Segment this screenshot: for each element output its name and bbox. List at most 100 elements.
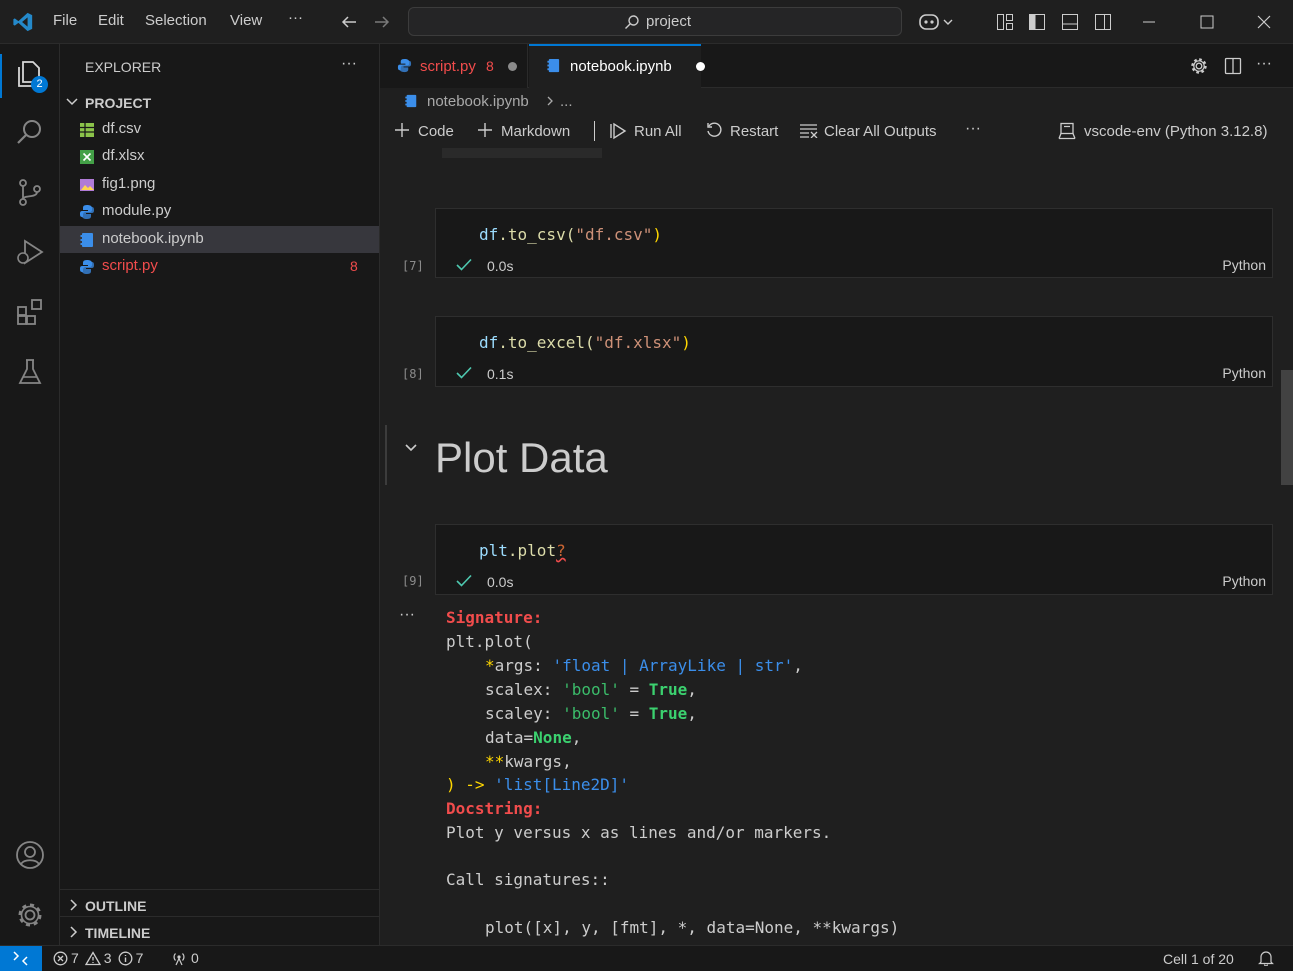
source-control-icon[interactable] (15, 177, 45, 207)
file-module-py[interactable]: module.py (60, 198, 379, 225)
notebook-icon (404, 94, 418, 108)
breadcrumb-file[interactable]: notebook.ipynb (427, 93, 529, 110)
code-cell[interactable]: df.to_excel("df.xlsx") 0.1s Python (435, 316, 1273, 387)
execution-time: 0.0s (487, 574, 514, 590)
forward-arrow-icon[interactable] (373, 13, 391, 31)
add-markdown-button[interactable]: Markdown (501, 123, 570, 140)
command-center-search[interactable]: project (408, 7, 902, 36)
restart-button[interactable]: Restart (730, 123, 778, 140)
execution-time: 0.0s (487, 258, 514, 274)
timeline-section[interactable]: TIMELINE (60, 921, 379, 943)
tab-script-py[interactable]: script.py 8 (380, 44, 528, 88)
chevron-right-icon (544, 95, 556, 107)
tab-notebook-ipynb[interactable]: notebook.ipynb (529, 44, 705, 89)
cell-language[interactable]: Python (1222, 573, 1266, 589)
cell-source[interactable]: df.to_csv("df.csv") (479, 225, 662, 244)
problems-indicator[interactable]: 7 3 7 (53, 950, 143, 966)
accounts-icon[interactable] (14, 839, 46, 871)
toolbar-separator (594, 121, 595, 141)
ports-indicator[interactable]: 0 (171, 950, 199, 966)
file-label: df.csv (102, 120, 142, 137)
menu-edit[interactable]: Edit (98, 12, 124, 29)
add-code-button[interactable]: Code (418, 123, 454, 140)
folder-project[interactable]: PROJECT (60, 90, 379, 114)
python-icon (397, 58, 412, 73)
signature-arg-kwargs: **kwargs, (485, 752, 572, 771)
cell-position[interactable]: Cell 1 of 20 (1163, 951, 1234, 967)
outline-section[interactable]: OUTLINE (60, 894, 379, 916)
code-cell[interactable]: df.to_csv("df.csv") 0.0s Python (435, 208, 1273, 278)
check-icon (456, 366, 472, 380)
kernel-picker[interactable]: vscode-env (Python 3.12.8) (1084, 123, 1267, 140)
split-editor-icon[interactable] (1224, 57, 1242, 75)
extensions-icon[interactable] (15, 297, 45, 327)
run-all-button[interactable]: Run All (634, 123, 682, 140)
output-more-button[interactable]: ··· (399, 606, 415, 624)
manage-gear-icon[interactable] (14, 899, 46, 931)
explorer-more-button[interactable]: ··· (341, 55, 357, 73)
menu-more[interactable]: ··· (288, 9, 303, 26)
docstring-line: plot([x], y, [fmt], *, data=None, **kwar… (485, 918, 900, 937)
minimize-icon[interactable] (1142, 15, 1156, 29)
markdown-heading[interactable]: Plot Data (435, 434, 608, 482)
execution-time: 0.1s (487, 366, 514, 382)
cell-source[interactable]: df.to_excel("df.xlsx") (479, 333, 691, 352)
cell-source[interactable]: plt.plot? (479, 541, 566, 560)
docstring-label: Docstring: (446, 799, 543, 818)
warning-icon (84, 950, 101, 966)
chevron-right-icon (66, 898, 80, 912)
close-window-icon[interactable] (1257, 15, 1271, 29)
toggle-panel-icon[interactable] (1061, 13, 1079, 31)
menu-view[interactable]: View (230, 12, 262, 29)
collapse-chevron-icon[interactable] (403, 440, 419, 456)
search-label: project (646, 13, 692, 30)
run-debug-icon[interactable] (15, 237, 45, 267)
check-icon (456, 574, 472, 588)
notifications-bell-icon[interactable] (1258, 950, 1274, 966)
notebook-settings-gear-icon[interactable] (1190, 57, 1208, 75)
editor-tabs: script.py 8 notebook.ipynb ··· (380, 44, 1293, 89)
cell-language[interactable]: Python (1222, 257, 1266, 273)
toggle-primary-sidebar-icon[interactable] (1028, 13, 1046, 31)
toggle-secondary-sidebar-icon[interactable] (1094, 13, 1112, 31)
file-notebook-ipynb[interactable]: notebook.ipynb (60, 226, 379, 253)
code-cell[interactable]: plt.plot? 0.0s Python (435, 524, 1273, 595)
status-bar: 7 3 7 0 Cell 1 of 20 (0, 945, 1293, 971)
file-df-xlsx[interactable]: df.xlsx (60, 143, 379, 170)
search-view-icon[interactable] (15, 117, 45, 147)
notebook-icon (79, 232, 95, 248)
execution-count: [7] (402, 259, 424, 273)
testing-flask-icon[interactable] (15, 357, 45, 387)
maximize-icon[interactable] (1200, 15, 1214, 29)
file-script-py[interactable]: script.py 8 (60, 253, 379, 280)
copilot-icon[interactable] (918, 11, 954, 33)
back-arrow-icon[interactable] (340, 13, 358, 31)
active-indicator (0, 54, 2, 98)
info-count: 7 (135, 950, 144, 966)
file-df-csv[interactable]: df.csv (60, 116, 379, 143)
menu-selection[interactable]: Selection (145, 12, 207, 29)
run-all-icon (609, 122, 627, 140)
notebook-editor: notebook.ipynb ... Code Markdown Run All… (380, 88, 1293, 945)
info-icon (118, 951, 133, 966)
cell-language[interactable]: Python (1222, 365, 1266, 381)
folder-label: PROJECT (85, 95, 152, 111)
execution-count: [8] (402, 367, 424, 381)
file-fig1-png[interactable]: fig1.png (60, 171, 379, 198)
file-label: module.py (102, 202, 172, 219)
editor-more-button[interactable]: ··· (1256, 55, 1272, 73)
kernel-icon (1058, 122, 1076, 140)
explorer-title: EXPLORER (85, 59, 162, 75)
clear-all-outputs-button[interactable]: Clear All Outputs (824, 123, 937, 140)
broadcast-icon (171, 951, 187, 966)
toolbar-more-button[interactable]: ··· (965, 120, 981, 138)
editor-scrollbar-thumb[interactable] (1281, 370, 1293, 485)
docstring-line: Call signatures:: (446, 870, 610, 889)
image-icon (79, 177, 95, 193)
customize-layout-icon[interactable] (996, 13, 1014, 31)
remote-indicator[interactable] (0, 946, 42, 971)
menu-file[interactable]: File (53, 12, 77, 29)
explorer-sidebar: EXPLORER ··· PROJECT df.csv df.xlsx fig1… (60, 44, 380, 945)
chevron-down-icon (65, 95, 79, 109)
breadcrumb-more[interactable]: ... (560, 93, 573, 110)
